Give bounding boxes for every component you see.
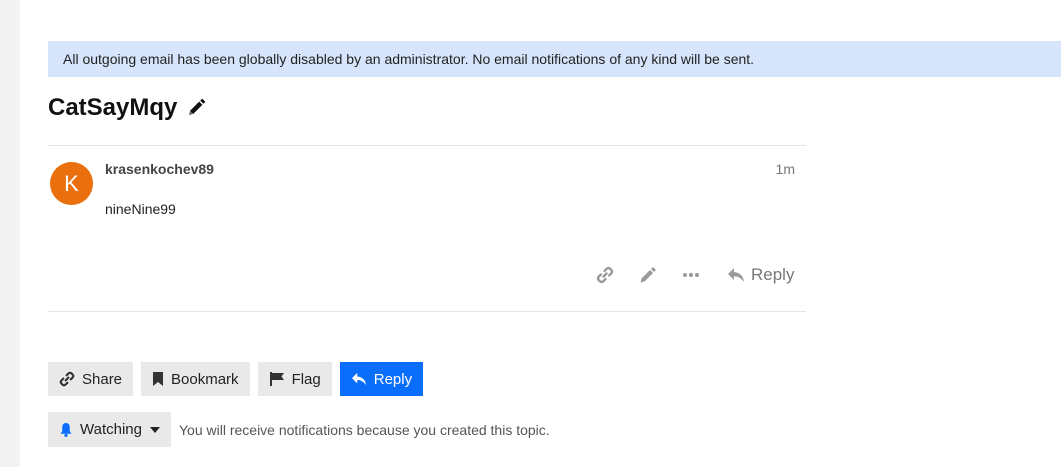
avatar-letter: K (64, 171, 79, 196)
bookmark-icon (153, 372, 164, 386)
post-divider-bottom (48, 311, 806, 312)
link-icon[interactable] (595, 265, 615, 285)
bell-icon (60, 422, 72, 437)
avatar[interactable]: K (50, 162, 93, 205)
bookmark-label: Bookmark (171, 370, 239, 388)
post-body: nineNine99 (105, 201, 176, 217)
caret-down-icon (149, 426, 160, 433)
reply-icon (351, 372, 366, 386)
post-divider-top (48, 145, 806, 146)
link-icon (59, 371, 75, 387)
reply-icon (728, 268, 744, 282)
post-username[interactable]: krasenkochev89 (105, 161, 214, 177)
flag-icon (269, 372, 284, 386)
pencil-icon[interactable] (186, 98, 206, 118)
pencil-icon[interactable] (638, 265, 658, 285)
share-button[interactable]: Share (48, 362, 134, 396)
ellipsis-icon[interactable] (681, 265, 701, 285)
reply-button[interactable]: Reply (339, 362, 424, 396)
notification-reason: You will receive notifications because y… (178, 421, 550, 438)
post-actions: Reply (590, 260, 806, 290)
bookmark-button[interactable]: Bookmark (141, 362, 250, 396)
topic-footer-buttons: Share Bookmark Flag Reply (48, 362, 424, 396)
flag-button[interactable]: Flag (257, 362, 332, 396)
left-gutter (0, 0, 20, 467)
share-label: Share (82, 370, 123, 388)
topic-title[interactable]: CatSayMqy (48, 92, 177, 124)
banner-text: All outgoing email has been globally dis… (63, 51, 755, 67)
notification-controls: Watching You will receive notifications … (48, 412, 550, 447)
notification-level-label: Watching (80, 421, 142, 438)
post-reply-button[interactable]: Reply (727, 265, 794, 285)
topic-title-area: CatSayMqy (48, 92, 206, 124)
flag-label: Flag (291, 370, 321, 388)
notification-level-dropdown[interactable]: Watching (48, 412, 171, 447)
post-reply-label: Reply (751, 265, 795, 284)
email-disabled-banner: All outgoing email has been globally dis… (48, 41, 1061, 77)
reply-label: Reply (373, 370, 413, 388)
post-age[interactable]: 1m (776, 161, 795, 177)
